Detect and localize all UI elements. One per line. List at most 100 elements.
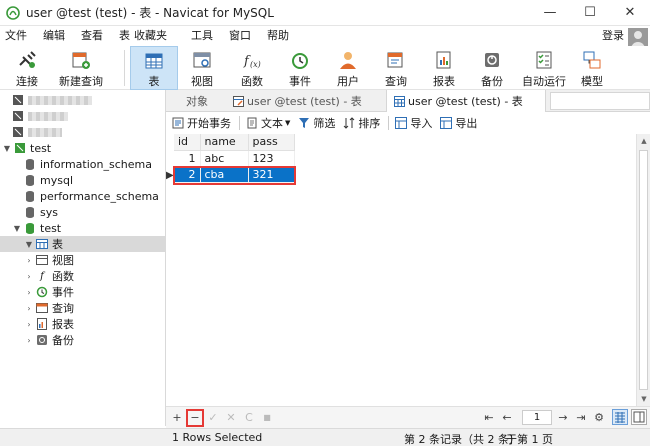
menu-edit[interactable]: 编辑 [35, 26, 73, 46]
menu-help[interactable]: 帮助 [259, 26, 297, 46]
tree-item-queries[interactable]: › 查询 [0, 300, 165, 316]
tab-table-designer[interactable]: user @test (test) - 表 [226, 90, 386, 112]
connection-icon [12, 110, 24, 122]
scroll-up-icon[interactable]: ▲ [637, 134, 650, 148]
new-query-button[interactable]: 新建查询 [56, 46, 106, 90]
document-icon [246, 117, 258, 129]
menu-favorites[interactable]: 收藏夹 [132, 26, 175, 46]
login-button[interactable]: 登录 [602, 26, 624, 46]
redacted-text [28, 95, 92, 105]
connection-item-hidden-2[interactable] [0, 108, 165, 124]
stop-button[interactable]: ■ [260, 411, 274, 425]
page-number-input[interactable]: 1 [522, 410, 552, 425]
next-page-button[interactable]: → [556, 411, 570, 425]
query-button[interactable]: 查询 [376, 46, 416, 90]
menu-view[interactable]: 查看 [73, 26, 111, 46]
menu-window[interactable]: 窗口 [221, 26, 259, 46]
column-header-name[interactable]: name [200, 134, 249, 151]
connection-item-hidden-1[interactable] [0, 92, 165, 108]
vertical-scrollbar[interactable]: ▲ ▼ [636, 134, 650, 406]
menu-table[interactable]: 表 [111, 26, 132, 46]
view-button[interactable]: 视图 [182, 46, 222, 90]
connection-button[interactable]: 连接 [4, 46, 50, 90]
menu-tools[interactable]: 工具 [183, 26, 221, 46]
redacted-text [28, 127, 62, 137]
column-header-id[interactable]: id [174, 134, 201, 151]
column-header-pass[interactable]: pass [248, 134, 295, 151]
database-item[interactable]: information_schema [0, 156, 165, 172]
scroll-down-icon[interactable]: ▼ [637, 392, 650, 406]
menu-file[interactable]: 文件 [0, 26, 35, 46]
connection-item-hidden-3[interactable] [0, 124, 165, 140]
apply-changes-button[interactable]: ✓ [206, 411, 220, 425]
database-item[interactable]: mysql [0, 172, 165, 188]
previous-page-button[interactable]: ← [500, 411, 514, 425]
form-view-toggle[interactable] [631, 409, 647, 425]
chevron-right-icon[interactable]: › [24, 304, 34, 313]
refresh-button[interactable]: C [242, 411, 256, 425]
minimize-button[interactable]: — [530, 0, 570, 26]
query-icon [385, 49, 407, 71]
export-icon [440, 117, 453, 129]
table-icon [36, 238, 48, 250]
backup-icon [481, 49, 503, 71]
chevron-down-icon[interactable]: ▼ [24, 240, 34, 249]
tab-table-data[interactable]: user @test (test) - 表 [386, 90, 546, 112]
database-item[interactable]: performance_schema [0, 188, 165, 204]
report-button[interactable]: 报表 [424, 46, 464, 90]
function-button[interactable]: f (x) 函数 [232, 46, 272, 90]
chevron-down-icon[interactable]: ▼ [12, 224, 22, 233]
database-item-test[interactable]: ▼ test [0, 220, 165, 236]
first-page-button[interactable]: ⇤ [482, 411, 496, 425]
cell-name[interactable]: abc [200, 150, 249, 167]
tree-item-reports[interactable]: › 报表 [0, 316, 165, 332]
avatar[interactable] [628, 28, 648, 48]
automation-button[interactable]: 自动运行 [518, 46, 570, 90]
tree-item-functions[interactable]: › f 函数 [0, 268, 165, 284]
chevron-right-icon[interactable]: › [24, 336, 34, 345]
import-icon [395, 117, 408, 129]
close-button[interactable]: ✕ [610, 0, 650, 26]
last-page-button[interactable]: ⇥ [574, 411, 588, 425]
settings-icon[interactable]: ⚙ [592, 411, 606, 425]
model-button[interactable]: 模型 [574, 46, 610, 90]
table-button[interactable]: 表 [130, 46, 178, 90]
maximize-button[interactable]: ☐ [570, 0, 610, 26]
user-button[interactable]: 用户 [328, 46, 368, 90]
tab-objects[interactable]: 对象 [180, 90, 226, 112]
connection-icon [12, 126, 24, 138]
scroll-thumb[interactable] [639, 150, 648, 390]
connection-item-test[interactable]: ▼ test [0, 140, 165, 156]
connection-icon [14, 142, 26, 154]
tree-item-events[interactable]: › 事件 [0, 284, 165, 300]
event-button[interactable]: 事件 [280, 46, 320, 90]
chevron-down-icon[interactable]: ▼ [2, 144, 12, 153]
text-button[interactable]: 文本 ▼ [246, 115, 290, 131]
chevron-right-icon[interactable]: › [24, 256, 34, 265]
tree-item-views[interactable]: › 视图 [0, 252, 165, 268]
grid-view-toggle[interactable] [612, 409, 628, 425]
chevron-right-icon[interactable]: › [24, 272, 34, 281]
begin-transaction-button[interactable]: 开始事务 [172, 115, 231, 131]
svg-text:(x): (x) [250, 60, 261, 69]
sort-button[interactable]: 排序 [343, 115, 380, 131]
tree-item-backups[interactable]: › 备份 [0, 332, 165, 348]
add-record-button[interactable]: + [170, 411, 184, 425]
filter-button[interactable]: 筛选 [298, 115, 335, 131]
delete-record-button[interactable]: − [186, 408, 204, 427]
chevron-right-icon[interactable]: › [24, 288, 34, 297]
grid-bottom-bar: + − ✓ ✕ C ■ ⇤ ← 1 → ⇥ ⚙ [166, 406, 650, 428]
backup-button[interactable]: 备份 [472, 46, 512, 90]
database-item[interactable]: sys [0, 204, 165, 220]
discard-changes-button[interactable]: ✕ [224, 411, 238, 425]
table-row[interactable]: 1 abc 123 [174, 150, 295, 167]
chevron-right-icon[interactable]: › [24, 320, 34, 329]
import-button[interactable]: 导入 [395, 115, 432, 131]
highlight-box [186, 408, 204, 427]
tree-item-tables[interactable]: ▼ 表 [0, 236, 165, 252]
export-button[interactable]: 导出 [440, 115, 477, 131]
table-icon [393, 95, 405, 107]
cell-pass[interactable]: 123 [248, 150, 295, 167]
cell-id[interactable]: 1 [174, 150, 201, 167]
tab-search-field[interactable] [550, 92, 650, 110]
